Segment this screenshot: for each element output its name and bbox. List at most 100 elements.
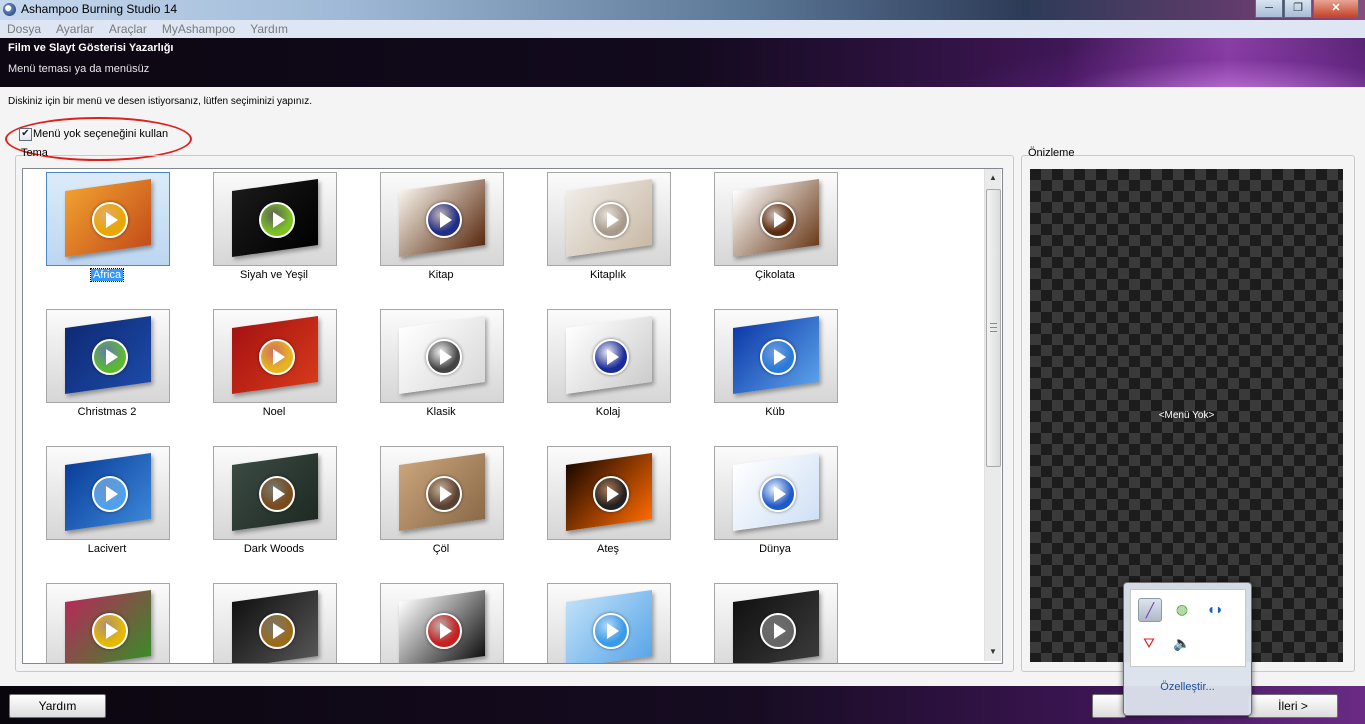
theme-label-text: Lacivert [87,543,127,555]
play-button-icon [426,202,462,238]
play-button-icon [593,613,629,649]
theme-label-text: Africa [89,268,125,282]
theme-label[interactable]: Dark Woods [194,543,354,555]
theme-label[interactable]: Christmas 2 [27,406,187,418]
theme-label-text: Çöl [432,543,450,555]
theme-thumbnail-theme-17[interactable] [213,583,337,663]
theme-label[interactable]: Çikolata [695,269,855,281]
theme-label[interactable]: Kolaj [528,406,688,418]
no-menu-checkbox[interactable]: ✔ [19,128,32,141]
theme-thumbnail-kitapl-k[interactable] [547,172,671,266]
preview-no-menu-text: <Menü Yok> [1158,410,1215,421]
menu-araclar[interactable]: Araçlar [109,22,147,36]
window-title: Ashampoo Burning Studio 14 [21,2,178,16]
theme-thumbnail-theme-20[interactable] [714,583,838,663]
theme-thumbnail-africa[interactable] [46,172,170,266]
theme-thumbnail-k-b[interactable] [714,309,838,403]
instruction-text: Diskiniz için bir menü ve desen istiyors… [8,96,313,107]
play-button-icon [92,339,128,375]
back-button[interactable] [1092,694,1126,718]
theme-label[interactable]: Lacivert [27,543,187,555]
theme-label[interactable]: Africa [27,268,187,282]
theme-label-text: Kitaplık [589,269,627,281]
theme-list: Africa Siyah ve Yeşil Kitap Kitaplık Çikolat… [22,168,1003,664]
theme-label-text: Dark Woods [243,543,305,555]
theme-thumbnail-kitap[interactable] [380,172,504,266]
play-button-icon [92,476,128,512]
page-subtitle: Menü teması ya da menüsüz [8,63,150,75]
theme-thumbnail-theme-16[interactable] [46,583,170,663]
theme-thumbnail-klasik[interactable] [380,309,504,403]
theme-thumbnail-ate-[interactable] [547,446,671,540]
theme-thumbnail-christmas-2[interactable] [46,309,170,403]
theme-thumbnail--ikolata[interactable] [714,172,838,266]
network-app-icon[interactable]: ◖◗ [1204,598,1226,620]
theme-thumbnail-kolaj[interactable] [547,309,671,403]
page-title: Film ve Slayt Gösterisi Yazarlığı [8,42,174,54]
theme-label[interactable]: Küb [695,406,855,418]
theme-thumbnail-dark-woods[interactable] [213,446,337,540]
theme-label-text: Ateş [596,543,619,555]
scrollbar-thumb[interactable] [986,189,1001,467]
play-button-icon [760,339,796,375]
play-button-icon [593,202,629,238]
theme-thumbnail-lacivert[interactable] [46,446,170,540]
scroll-up-arrow-icon[interactable]: ▲ [985,171,1001,185]
theme-label-text: Kitap [428,269,454,281]
play-button-icon [92,613,128,649]
play-button-icon [760,476,796,512]
theme-thumbnail-siyah-ve-ye-il[interactable] [213,172,337,266]
pen-tool-icon[interactable]: ╱ [1138,598,1162,622]
no-menu-checkbox-label[interactable]: Menü yok seçeneğini kullan [33,128,168,140]
menu-dosya[interactable]: Dosya [7,22,41,36]
play-button-icon [593,476,629,512]
next-button[interactable]: İleri > [1248,694,1338,718]
play-button-icon [426,476,462,512]
theme-label-text: Noel [262,406,286,418]
menu-yardim[interactable]: Yardım [250,22,288,36]
theme-thumbnail-noel[interactable] [213,309,337,403]
menu-ayarlar[interactable]: Ayarlar [56,22,94,36]
theme-label-text: Dünya [759,543,791,555]
theme-thumbnail-theme-19[interactable] [547,583,671,663]
theme-thumbnail-d-nya[interactable] [714,446,838,540]
customize-link[interactable]: Özelleştir... [1124,681,1251,693]
theme-thumbnail-theme-18[interactable] [380,583,504,663]
theme-label[interactable]: Çöl [361,543,521,555]
theme-label-text: Christmas 2 [77,406,137,418]
play-button-icon [426,339,462,375]
title-bar: Ashampoo Burning Studio 14 ─ ❐ ✕ [0,0,1365,20]
play-button-icon [259,339,295,375]
play-button-icon [92,202,128,238]
theme-label[interactable]: Ateş [528,543,688,555]
close-button[interactable]: ✕ [1313,0,1359,18]
theme-label-text: Klasik [426,406,456,418]
menu-myashampoo[interactable]: MyAshampoo [162,22,235,36]
theme-label[interactable]: Kitaplık [528,269,688,281]
utorrent-icon[interactable]: ◍ [1171,598,1193,620]
theme-label-text: Küb [765,406,785,418]
theme-label[interactable]: Klasik [361,406,521,418]
scroll-down-arrow-icon[interactable]: ▼ [985,645,1001,659]
theme-label[interactable]: Siyah ve Yeşil [194,269,354,281]
tray-overflow-popup: ╱ ◍ ◖◗ ⛛ 🔈 Özelleştir... [1123,582,1252,716]
maximize-button[interactable]: ❐ [1284,0,1312,18]
theme-label-text: Kolaj [595,406,621,418]
play-button-icon [259,613,295,649]
minimize-button[interactable]: ─ [1255,0,1283,18]
play-button-icon [259,476,295,512]
avira-antivirus-icon[interactable]: ⛛ [1138,632,1160,654]
window-controls: ─ ❐ ✕ [1254,0,1359,18]
theme-thumbnail--l[interactable] [380,446,504,540]
volume-icon[interactable]: 🔈 [1171,632,1193,654]
help-button[interactable]: Yardım [9,694,106,718]
theme-label-text: Çikolata [755,269,795,281]
play-button-icon [593,339,629,375]
theme-label[interactable]: Kitap [361,269,521,281]
theme-label-text: Siyah ve Yeşil [240,269,308,281]
theme-label[interactable]: Dünya [695,543,855,555]
theme-label[interactable]: Noel [194,406,354,418]
play-button-icon [760,202,796,238]
theme-list-scrollbar[interactable]: ▲ ▼ [984,169,1001,661]
app-logo-icon [3,3,16,16]
